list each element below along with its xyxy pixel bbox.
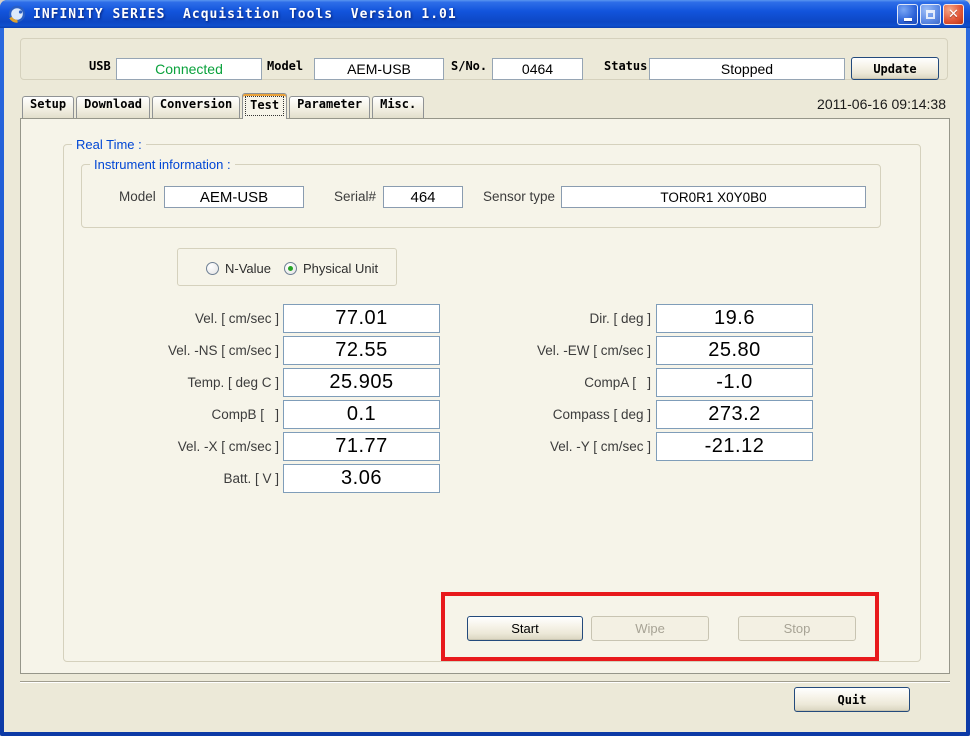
dir-label: Dir. [ deg ]	[421, 304, 651, 333]
radio-n-value[interactable]: N-Value	[206, 261, 271, 276]
instrument-model-field: AEM-USB	[164, 186, 304, 208]
footer-divider	[20, 681, 950, 682]
app-window: INFINITY SERIES Acquisition Tools Versio…	[0, 0, 970, 736]
sensor-type-field: TOR0R1 X0Y0B0	[561, 186, 866, 208]
temp-label: Temp. [ deg C ]	[25, 368, 279, 397]
minimize-icon	[904, 18, 912, 21]
compa-value-field: -1.0	[656, 368, 813, 397]
status-value: Stopped	[721, 61, 773, 77]
titlebar: INFINITY SERIES Acquisition Tools Versio…	[0, 0, 970, 28]
window-controls: ✕	[897, 4, 964, 25]
model-field: AEM-USB	[314, 58, 444, 80]
instrument-serial-value: 464	[410, 189, 435, 206]
minimize-button[interactable]	[897, 4, 918, 25]
tab-bar: Setup Download Conversion Test Parameter…	[22, 92, 426, 118]
serial-no-value: 0464	[522, 61, 553, 77]
usb-status-field: Connected	[116, 58, 262, 80]
maximize-button[interactable]	[920, 4, 941, 25]
tab-conversion[interactable]: Conversion	[152, 96, 240, 118]
vel-y-label: Vel. -Y [ cm/sec ]	[421, 432, 651, 461]
status-field: Stopped	[649, 58, 845, 80]
tab-misc[interactable]: Misc.	[372, 96, 424, 118]
tab-setup[interactable]: Setup	[22, 96, 74, 118]
instrument-model-value: AEM-USB	[200, 189, 268, 206]
radio-physical-unit[interactable]: Physical Unit	[284, 261, 378, 276]
quit-button[interactable]: Quit	[794, 687, 910, 712]
vel-ns-value-field: 72.55	[283, 336, 440, 365]
usb-label: USB	[89, 59, 111, 81]
update-button[interactable]: Update	[851, 57, 939, 80]
tab-parameter[interactable]: Parameter	[289, 96, 370, 118]
radio-n-value-label: N-Value	[225, 261, 271, 276]
usb-status-value: Connected	[155, 61, 223, 77]
connection-status-panel: USB Connected Model AEM-USB S/No. 0464 S…	[20, 38, 948, 80]
test-tab-panel: Real Time : Instrument information : Mod…	[20, 118, 950, 674]
compb-value-field: 0.1	[283, 400, 440, 429]
real-time-group-title: Real Time :	[72, 137, 146, 152]
unit-select-group: N-Value Physical Unit	[177, 248, 397, 286]
radio-physical-unit-icon	[284, 262, 297, 275]
datetime-display: 2011-06-16 09:14:38	[646, 96, 946, 112]
instrument-information-title: Instrument information :	[90, 157, 235, 172]
client-area: USB Connected Model AEM-USB S/No. 0464 S…	[4, 28, 966, 732]
compass-label: Compass [ deg ]	[421, 400, 651, 429]
window-title: INFINITY SERIES Acquisition Tools Versio…	[33, 7, 457, 22]
temp-value-field: 25.905	[283, 368, 440, 397]
compa-label: CompA [ ]	[421, 368, 651, 397]
stop-button[interactable]: Stop	[738, 616, 856, 641]
vel-ew-label: Vel. -EW [ cm/sec ]	[421, 336, 651, 365]
serial-no-field: 0464	[492, 58, 583, 80]
compb-label: CompB [ ]	[25, 400, 279, 429]
batt-label: Batt. [ V ]	[25, 464, 279, 493]
compass-value-field: 273.2	[656, 400, 813, 429]
vel-x-value-field: 71.77	[283, 432, 440, 461]
tab-test[interactable]: Test	[242, 93, 287, 119]
sensor-type-value: TOR0R1 X0Y0B0	[660, 190, 766, 205]
vel-label: Vel. [ cm/sec ]	[25, 304, 279, 333]
instrument-serial-label: Serial#	[334, 186, 376, 208]
radio-physical-unit-label: Physical Unit	[303, 261, 378, 276]
vel-y-value-field: -21.12	[656, 432, 813, 461]
instrument-model-label: Model	[119, 186, 156, 208]
close-button[interactable]: ✕	[943, 4, 964, 25]
model-label: Model	[267, 59, 303, 81]
instrument-serial-field: 464	[383, 186, 463, 208]
model-value: AEM-USB	[347, 61, 411, 77]
start-button[interactable]: Start	[467, 616, 583, 641]
tab-download[interactable]: Download	[76, 96, 150, 118]
serial-no-label: S/No.	[451, 59, 487, 81]
maximize-icon	[926, 10, 935, 19]
wipe-button[interactable]: Wipe	[591, 616, 709, 641]
app-icon	[8, 5, 26, 23]
vel-x-label: Vel. -X [ cm/sec ]	[25, 432, 279, 461]
close-icon: ✕	[948, 7, 959, 22]
sensor-type-label: Sensor type	[483, 186, 555, 208]
radio-n-value-icon	[206, 262, 219, 275]
status-label: Status	[604, 59, 647, 81]
vel-ns-label: Vel. -NS [ cm/sec ]	[25, 336, 279, 365]
batt-value-field: 3.06	[283, 464, 440, 493]
vel-ew-value-field: 25.80	[656, 336, 813, 365]
vel-value-field: 77.01	[283, 304, 440, 333]
dir-value-field: 19.6	[656, 304, 813, 333]
